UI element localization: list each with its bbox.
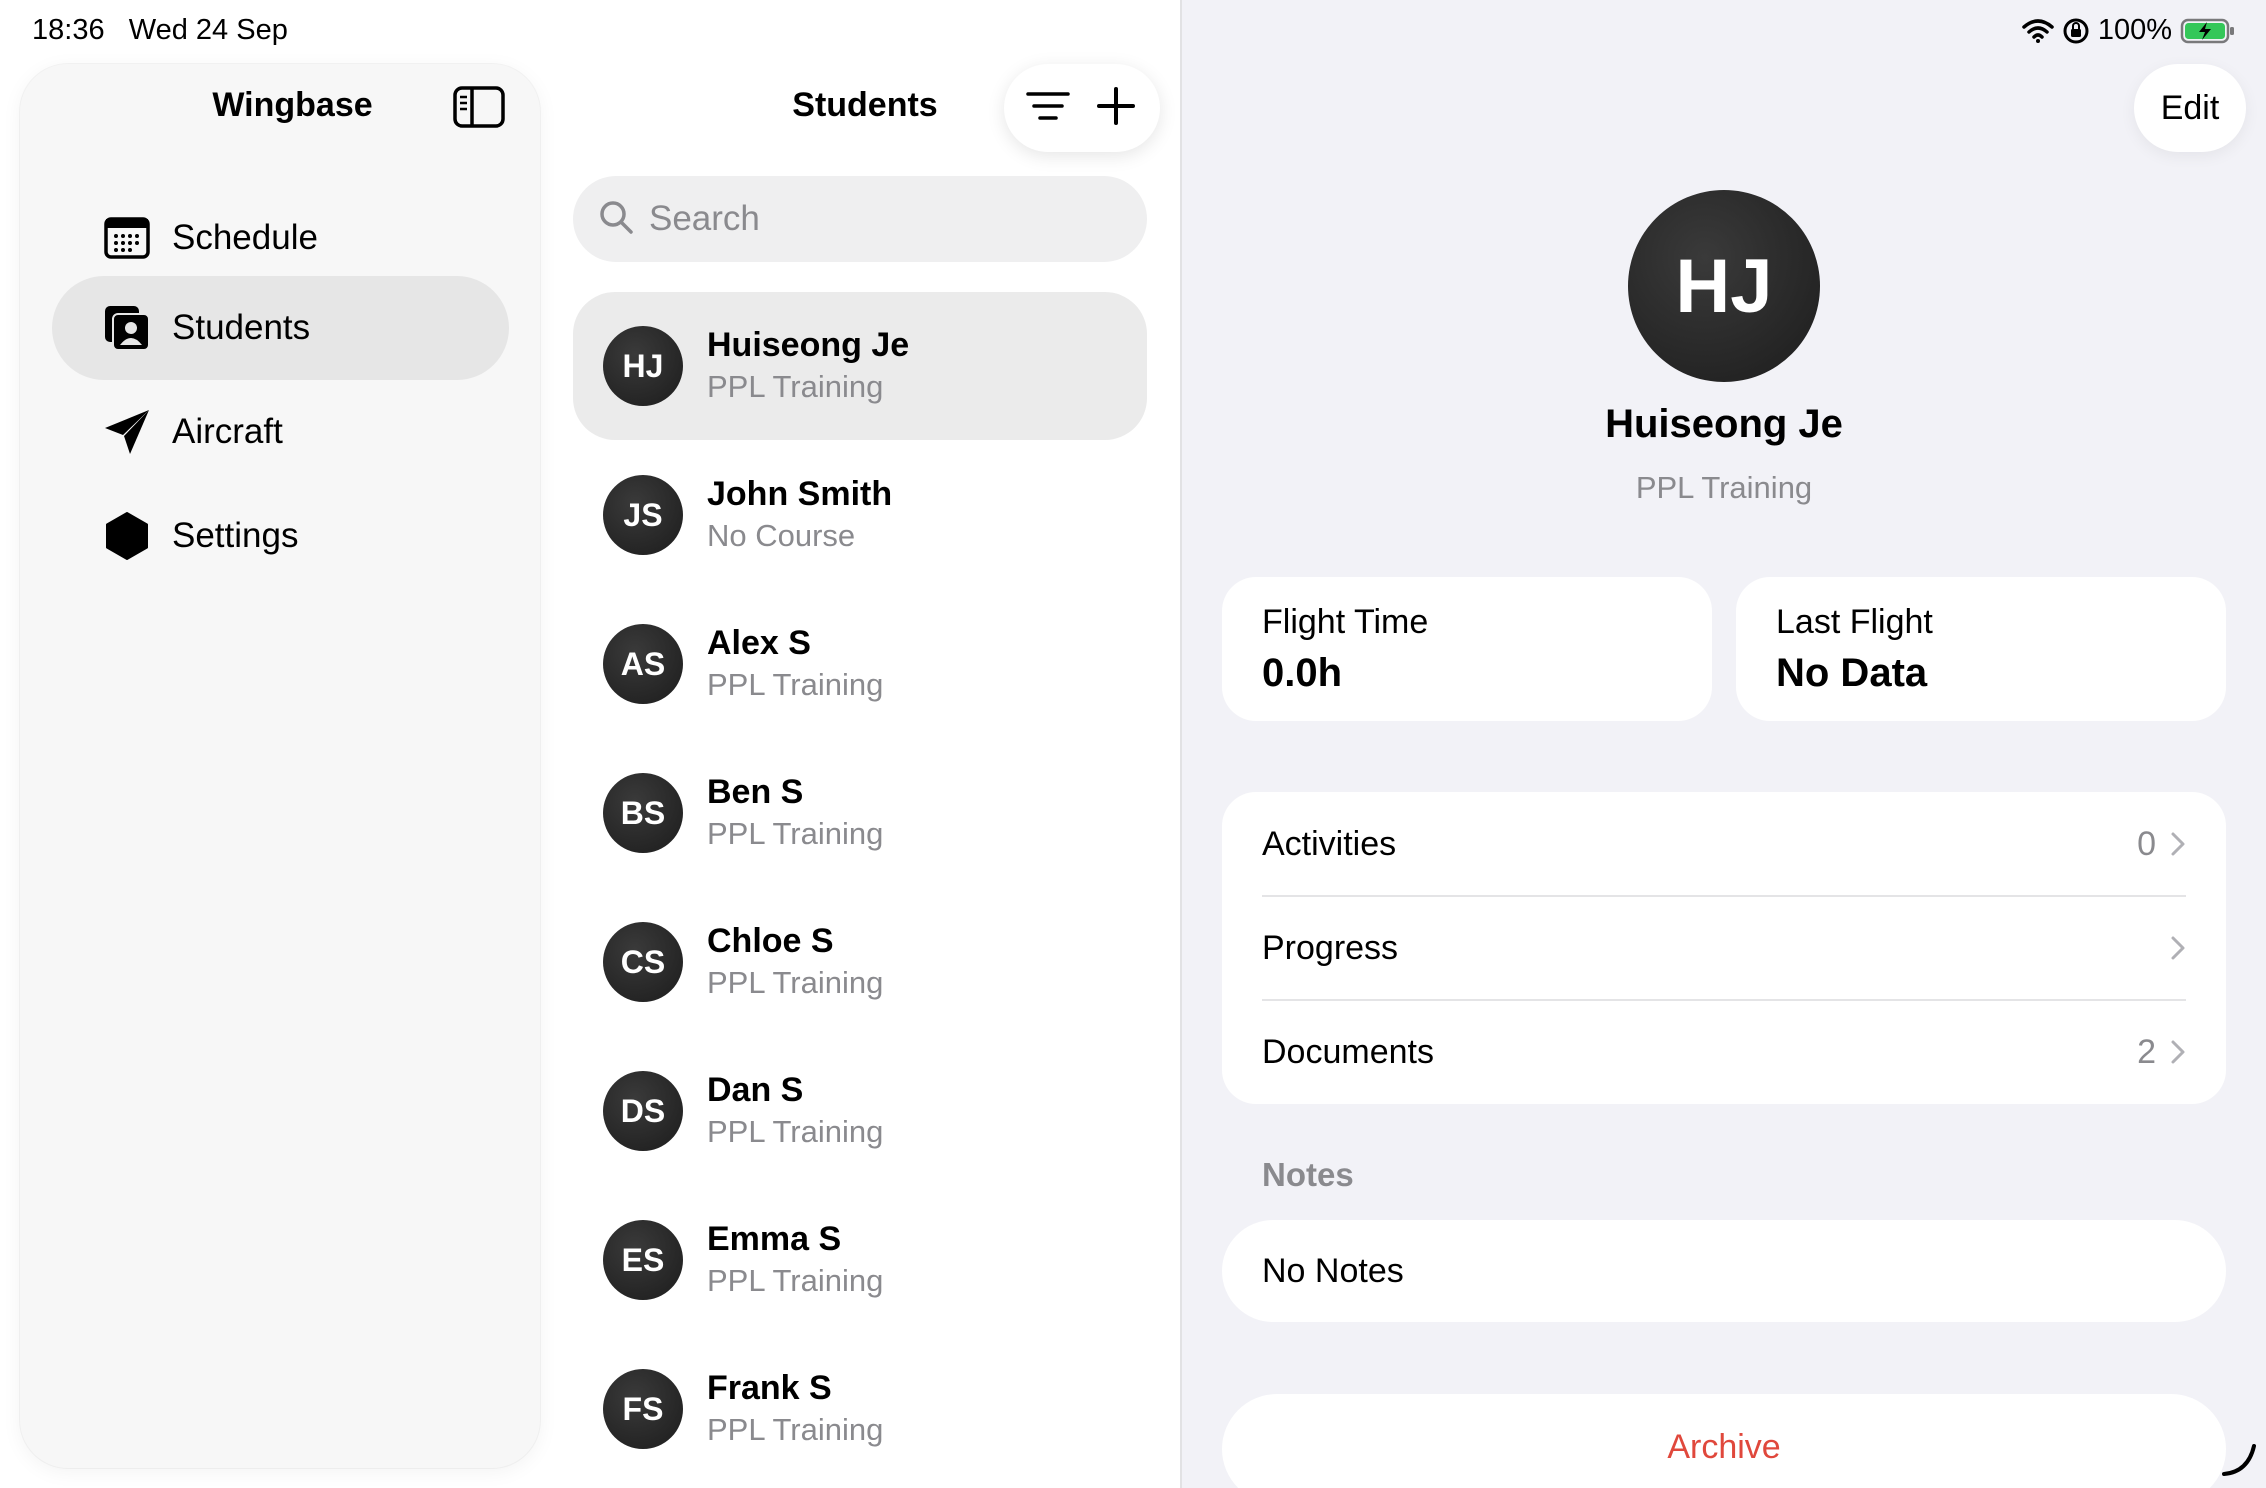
avatar: HJ xyxy=(1628,190,1820,382)
add-student-button[interactable] xyxy=(1086,78,1146,138)
student-row-frank-s[interactable]: FS Frank S PPL Training xyxy=(573,1335,1147,1483)
student-course: PPL Training xyxy=(707,369,884,404)
detail-student-course: PPL Training xyxy=(1635,470,1813,505)
student-name: Emma S xyxy=(707,1220,842,1258)
stat-label: Flight Time xyxy=(1262,603,1429,641)
student-name: John Smith xyxy=(707,475,893,513)
avatar: ES xyxy=(603,1220,683,1300)
sidebar-toggle-icon[interactable] xyxy=(450,84,508,130)
battery-charging-icon xyxy=(2180,17,2236,45)
last-flight-card: Last Flight No Data xyxy=(1736,577,2226,721)
documents-row[interactable]: Documents 2 xyxy=(1222,1000,2226,1104)
student-course: PPL Training xyxy=(707,1114,884,1149)
wifi-icon xyxy=(2022,18,2054,43)
sidebar-item-label: Students xyxy=(172,308,311,347)
student-course: PPL Training xyxy=(707,667,884,702)
resize-handle-icon[interactable] xyxy=(2218,1438,2258,1478)
row-count: 2 xyxy=(2137,1032,2156,1071)
student-row-dan-s[interactable]: DS Dan S PPL Training xyxy=(573,1037,1147,1185)
sidebar: Wingbase Schedule Students Aircraft Sett… xyxy=(20,64,540,1468)
avatar: JS xyxy=(603,475,683,555)
student-row-huiseong-je[interactable]: HJ Huiseong Je PPL Training xyxy=(573,292,1147,440)
hexagon-icon xyxy=(102,511,152,561)
student-row-chloe-s[interactable]: CS Chloe S PPL Training xyxy=(573,888,1147,1036)
student-name: Frank S xyxy=(707,1369,832,1407)
progress-row[interactable]: Progress xyxy=(1222,896,2226,1000)
avatar: DS xyxy=(603,1071,683,1151)
student-row-john-smith[interactable]: JS John Smith No Course xyxy=(573,441,1147,589)
student-name: Alex S xyxy=(707,624,811,662)
sidebar-item-students[interactable]: Students xyxy=(52,276,509,380)
student-name: Dan S xyxy=(707,1071,804,1109)
notes-field[interactable]: No Notes xyxy=(1222,1220,2226,1322)
student-id-icon xyxy=(102,303,152,353)
list-title: Students xyxy=(792,86,938,124)
avatar: HJ xyxy=(603,326,683,406)
row-label: Activities xyxy=(1262,824,1397,863)
status-time: 18:36 Wed 24 Sep xyxy=(32,14,288,47)
student-row-alex-s[interactable]: AS Alex S PPL Training xyxy=(573,590,1147,738)
status-date: Wed 24 Sep xyxy=(128,14,288,46)
archive-button[interactable]: Archive xyxy=(1222,1394,2226,1488)
student-detail-pane: Edit HJ Huiseong Je PPL Training Flight … xyxy=(1182,0,2266,1488)
calendar-icon xyxy=(102,213,152,263)
plus-icon xyxy=(1097,86,1135,130)
edit-button[interactable]: Edit xyxy=(2134,64,2246,152)
row-count: 0 xyxy=(2137,824,2156,863)
battery-percent: 100% xyxy=(2097,14,2172,46)
orientation-lock-icon xyxy=(2062,17,2090,45)
stat-value: 0.0h xyxy=(1262,651,1343,695)
list-toolbar xyxy=(1004,64,1160,152)
row-label: Documents xyxy=(1262,1032,1434,1071)
student-name: Chloe S xyxy=(707,922,834,960)
sidebar-item-schedule[interactable]: Schedule xyxy=(52,186,509,290)
filter-button[interactable] xyxy=(1018,78,1078,138)
status-indicators: 100% xyxy=(2022,14,2236,47)
detail-links-group: Activities 0 Progress Documents 2 xyxy=(1222,792,2226,1104)
student-row-emma-s[interactable]: ES Emma S PPL Training xyxy=(573,1186,1147,1334)
student-course: PPL Training xyxy=(707,1263,884,1298)
paper-plane-icon xyxy=(102,407,152,457)
filter-lines-icon xyxy=(1026,91,1070,126)
avatar: CS xyxy=(603,922,683,1002)
row-label: Progress xyxy=(1262,928,1399,967)
stat-value: No Data xyxy=(1776,651,1928,695)
sidebar-item-aircraft[interactable]: Aircraft xyxy=(52,380,509,484)
student-name: Huiseong Je xyxy=(707,326,910,364)
student-course: PPL Training xyxy=(707,965,884,1000)
detail-student-name: Huiseong Je xyxy=(1605,402,1843,446)
student-course: No Course xyxy=(707,518,856,553)
search-icon xyxy=(599,200,633,239)
avatar: BS xyxy=(603,773,683,853)
sidebar-item-label: Settings xyxy=(172,516,299,555)
sidebar-item-settings[interactable]: Settings xyxy=(52,484,509,588)
status-clock: 18:36 xyxy=(32,14,105,46)
activities-row[interactable]: Activities 0 xyxy=(1222,792,2226,896)
stat-label: Last Flight xyxy=(1776,603,1933,641)
flight-time-card: Flight Time 0.0h xyxy=(1222,577,1712,721)
avatar: AS xyxy=(603,624,683,704)
chevron-right-icon xyxy=(2170,831,2186,857)
student-course: PPL Training xyxy=(707,1412,884,1447)
search-input[interactable] xyxy=(649,199,1129,239)
chevron-right-icon xyxy=(2170,935,2186,961)
avatar: FS xyxy=(603,1369,683,1449)
sidebar-item-label: Aircraft xyxy=(172,412,283,451)
notes-header: Notes xyxy=(1262,1156,1354,1193)
chevron-right-icon xyxy=(2170,1039,2186,1065)
student-course: PPL Training xyxy=(707,816,884,851)
student-name: Ben S xyxy=(707,773,804,811)
search-field[interactable] xyxy=(573,176,1147,262)
sidebar-item-label: Schedule xyxy=(172,218,318,257)
student-row-ben-s[interactable]: BS Ben S PPL Training xyxy=(573,739,1147,887)
